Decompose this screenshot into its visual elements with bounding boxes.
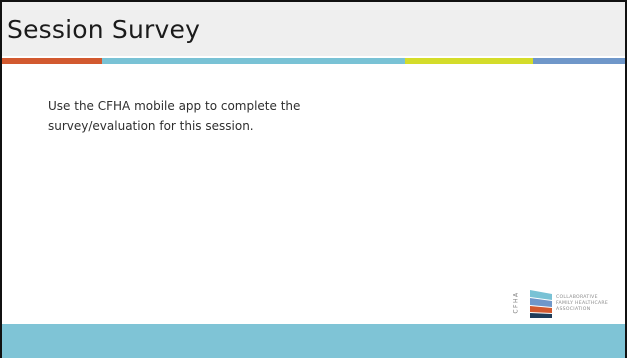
body-line-1: Use the CFHA mobile app to complete the [48,99,301,113]
stripe-light-blue [102,58,405,64]
stripe-yellow-green [405,58,533,64]
slide: Session Survey Use the CFHA mobile app t… [0,0,627,358]
logo-mark-icon [530,290,552,318]
cfha-logo: CFHA COLLABORATIVE FAMILY HEALTHCARE ASS… [512,284,627,324]
stripe-steel-blue [533,58,625,64]
footer-band [2,324,625,358]
stripe-orange [2,58,102,64]
logo-vertical-text: CFHA [512,291,520,314]
accent-stripe [2,58,625,64]
body-line-2: survey/evaluation for this session. [48,119,254,133]
logo-text: COLLABORATIVE FAMILY HEALTHCARE ASSOCIAT… [556,295,609,312]
title-bar: Session Survey [2,2,625,56]
slide-title: Session Survey [7,15,201,44]
slide-body-text: Use the CFHA mobile app to complete the … [48,96,428,136]
